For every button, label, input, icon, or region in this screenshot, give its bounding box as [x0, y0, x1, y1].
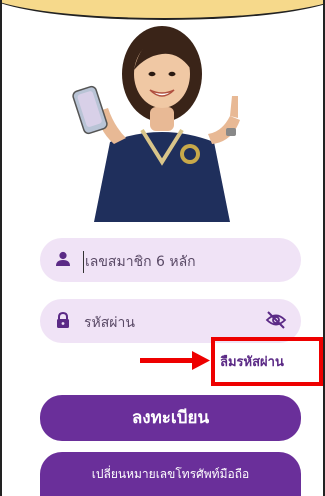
- lock-icon: [57, 311, 69, 328]
- login-screen: เลขสมาชิก 6 หลัก รหัสผ่าน ลืมรหัสผ่าน ลง…: [0, 0, 325, 496]
- member-number-placeholder: เลขสมาชิก 6 หลัก: [83, 251, 196, 273]
- password-placeholder: รหัสผ่าน: [84, 315, 135, 331]
- person-icon: [56, 251, 70, 266]
- member-number-field[interactable]: เลขสมาชิก 6 หลัก: [40, 238, 301, 282]
- register-button[interactable]: ลงทะเบียน: [40, 395, 301, 441]
- eye-off-icon[interactable]: [265, 310, 287, 330]
- forgot-password-link[interactable]: ลืมรหัสผ่าน: [220, 351, 284, 372]
- hero-photo: [72, 26, 240, 222]
- right-arrow-icon: [140, 351, 210, 370]
- change-phone-button[interactable]: เปลี่ยนหมายเลขโทรศัพท์มือถือ: [40, 452, 301, 496]
